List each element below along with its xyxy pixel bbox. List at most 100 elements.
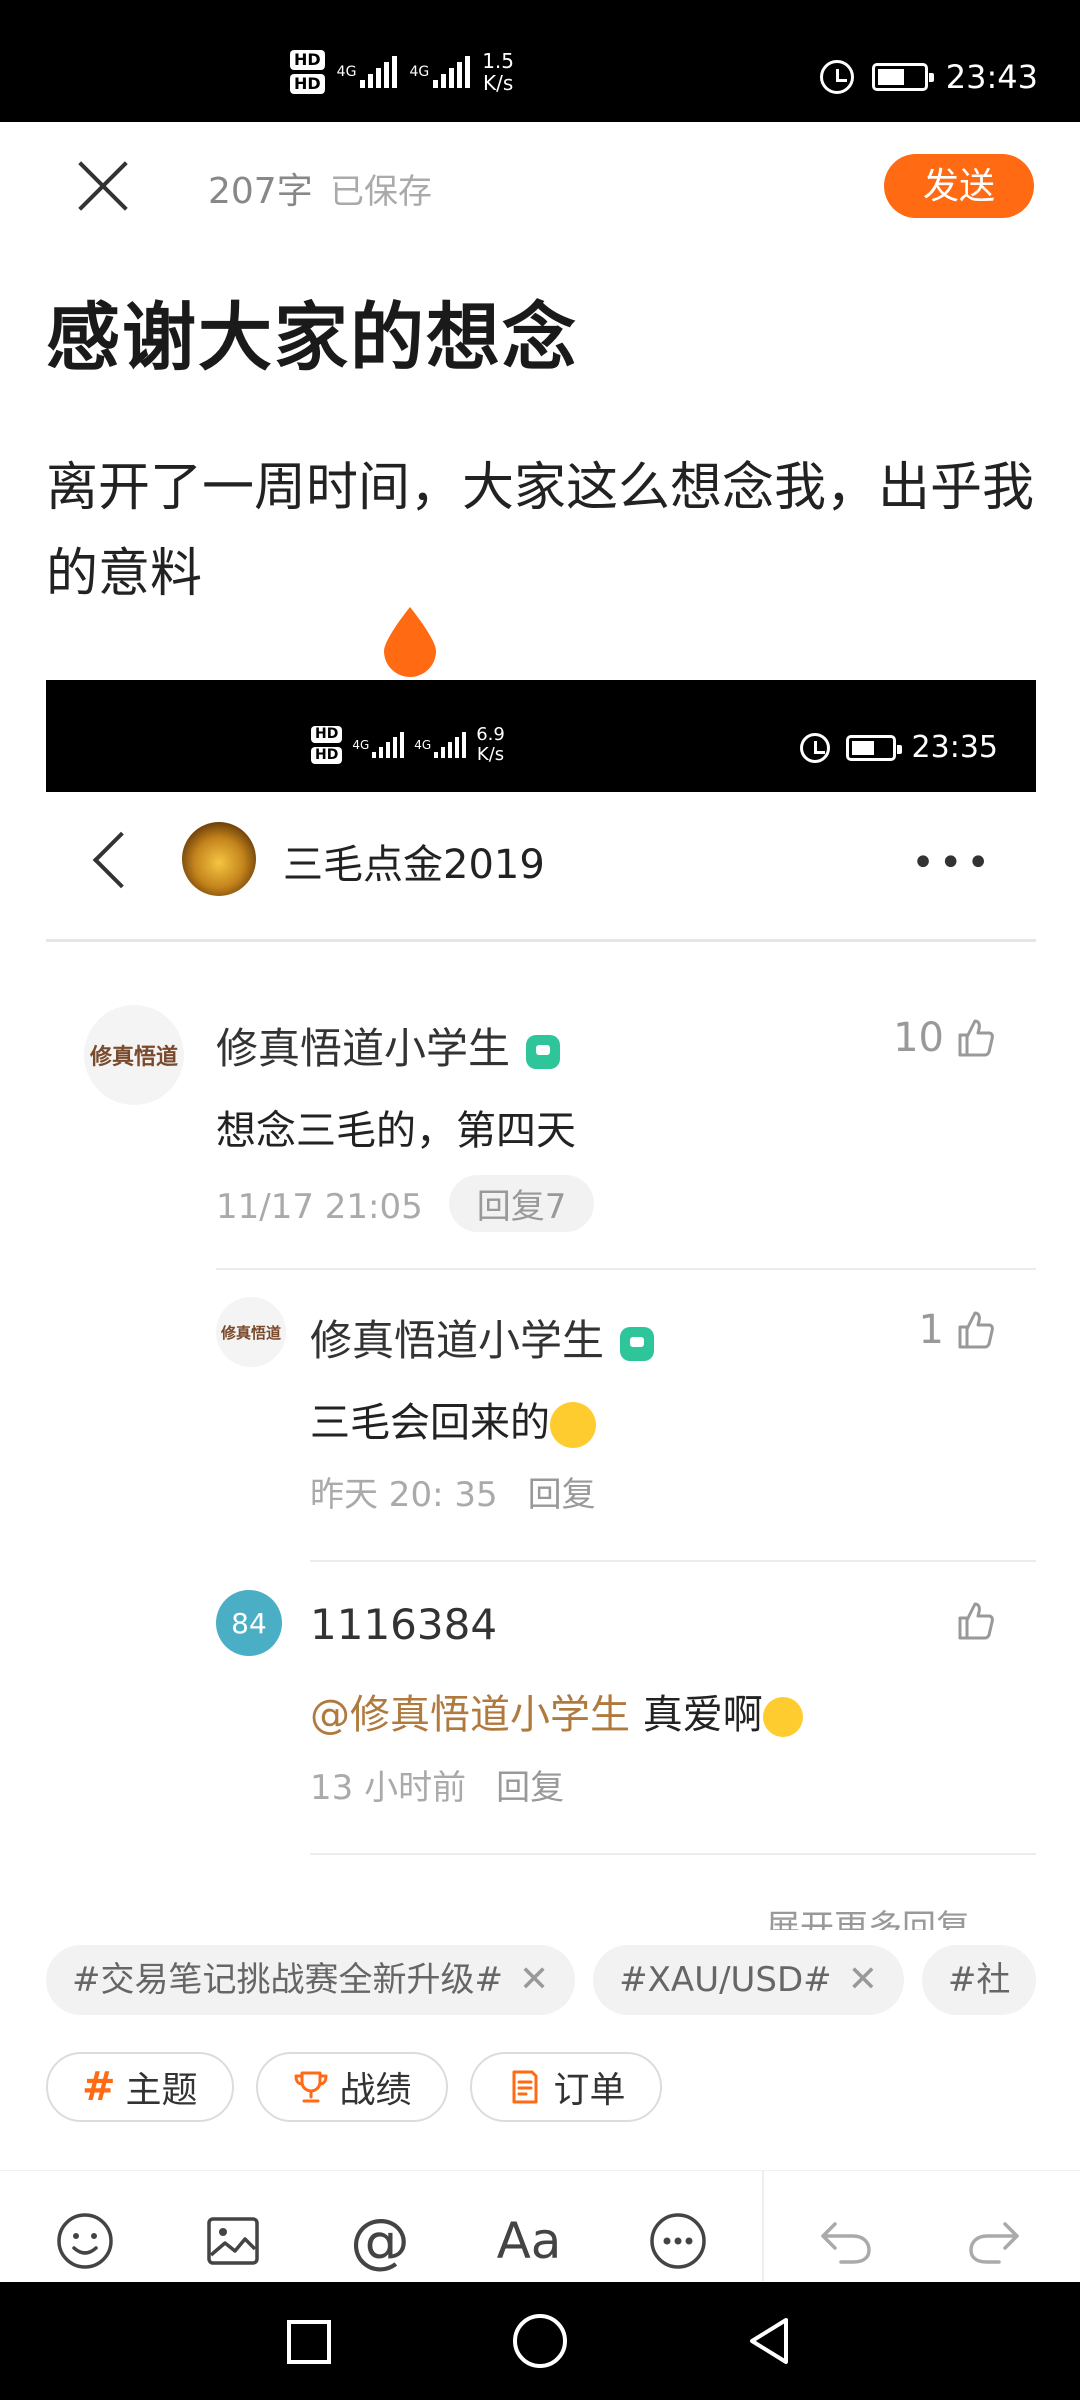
- verified-badge-icon: [526, 1034, 561, 1069]
- order-chip[interactable]: 订单: [469, 2052, 662, 2122]
- comment-text-content: 三毛会回来的: [310, 1400, 550, 1446]
- signal-1: 4G: [352, 732, 405, 758]
- comment-text: 三毛会回来的: [310, 1390, 596, 1448]
- remove-tag-icon[interactable]: ✕: [848, 1959, 878, 2000]
- avatar: 84: [216, 1590, 282, 1656]
- like-count: 1: [918, 1307, 944, 1353]
- comment-author: 修真悟道小学生: [310, 1307, 655, 1368]
- topic-chip[interactable]: # 主题: [46, 2052, 234, 2122]
- more-icon: •••: [911, 840, 994, 886]
- flushed-emoji-icon: [550, 1402, 596, 1448]
- back-icon: [92, 831, 150, 889]
- chip-label: 主题: [125, 2070, 198, 2111]
- hd-label-1: HD: [311, 726, 343, 743]
- network-indicators: HD HD 4G 4G 1.5 K/s: [290, 50, 514, 94]
- redo-icon[interactable]: [964, 2211, 1024, 2271]
- record-chip[interactable]: 战绩: [255, 2052, 448, 2122]
- post-body[interactable]: 离开了一周时间，大家这么想念我，出乎我的意料: [46, 445, 1036, 617]
- embedded-network-indicators: HD HD 4G 4G 6.9 K/s: [311, 725, 505, 765]
- like-count: 10: [893, 1015, 944, 1061]
- tag-chip[interactable]: #社: [921, 1945, 1036, 2015]
- remove-tag-icon[interactable]: ✕: [519, 1959, 549, 2000]
- tag-label: #社: [947, 1960, 1011, 2000]
- embedded-header: 三毛点金2019 •••: [46, 792, 1036, 942]
- signal-2: 4G: [414, 732, 467, 758]
- chip-label: 战绩: [339, 2070, 412, 2111]
- net-speed-unit: K/s: [482, 71, 514, 95]
- signal-icon: [360, 56, 398, 88]
- net-label-1: 4G: [336, 64, 357, 80]
- avatar: 修真悟道: [216, 1297, 286, 1367]
- clock: 23:43: [945, 58, 1038, 96]
- embedded-screenshot[interactable]: HD HD 4G 4G 6.9 K/s 23:35 三毛点金2019 ••• 修…: [46, 680, 1036, 1930]
- comment-time: 13 小时前: [310, 1768, 467, 1808]
- back-nav-icon[interactable]: [742, 2314, 796, 2368]
- more-icon[interactable]: [648, 2211, 708, 2271]
- text-cursor-handle-icon[interactable]: [380, 605, 440, 677]
- recents-icon[interactable]: [287, 2320, 331, 2364]
- comment-text-content: 真爱啊: [642, 1692, 763, 1738]
- at-icon[interactable]: @: [350, 2206, 410, 2276]
- alarm-icon: [819, 60, 854, 94]
- comment-time: 昨天 20: 35: [310, 1475, 498, 1515]
- system-nav-bar: [0, 2282, 1080, 2400]
- comment-author-name: 修真悟道小学生: [310, 1316, 605, 1365]
- embedded-status-right: 23:35: [799, 730, 998, 765]
- emoji-icon[interactable]: [55, 2211, 115, 2271]
- embedded-username: 三毛点金2019: [283, 842, 545, 888]
- post-title[interactable]: 感谢大家的想念: [46, 278, 578, 385]
- verified-badge-icon: [620, 1326, 655, 1361]
- word-count: 207字: [208, 171, 313, 212]
- reply-link: 回复: [527, 1475, 596, 1515]
- tag-label: #XAU/USD#: [619, 1960, 832, 2000]
- signal-icon: [434, 732, 467, 758]
- insert-chips: # 主题 战绩 订单: [46, 2052, 662, 2122]
- image-icon[interactable]: [203, 2211, 263, 2271]
- saved-status: 已保存: [330, 172, 432, 212]
- signal-2: 4G: [409, 56, 471, 88]
- comment-time: 11/17 21:05: [216, 1187, 423, 1227]
- hd-icon: HD HD: [290, 50, 325, 94]
- hd-label-2: HD: [290, 74, 325, 94]
- hash-icon: #: [82, 2064, 116, 2110]
- chip-label: 订单: [553, 2070, 626, 2111]
- signal-icon: [372, 732, 405, 758]
- thumbs-up-icon: [958, 1311, 994, 1349]
- divider: [310, 1853, 1036, 1855]
- font-icon[interactable]: Aa: [494, 2211, 564, 2271]
- comment-author: 修真悟道小学生: [216, 1015, 561, 1076]
- tag-label: #交易笔记挑战赛全新升级#: [72, 1960, 503, 2000]
- tag-chip[interactable]: #交易笔记挑战赛全新升级# ✕: [46, 1945, 576, 2015]
- signal-icon: [433, 56, 471, 88]
- trophy-icon: [294, 2071, 328, 2103]
- clock: 23:35: [911, 730, 998, 765]
- toolbar-divider: [762, 2171, 764, 2281]
- status-bar: HD HD 4G 4G 1.5 K/s 23:43: [0, 0, 1080, 122]
- net-label-1: 4G: [352, 738, 370, 752]
- avatar: [182, 822, 256, 896]
- comment-text: @修真悟道小学生 真爱啊: [310, 1682, 803, 1740]
- send-button[interactable]: 发送: [884, 154, 1034, 218]
- comment-text: 想念三毛的，第四天: [216, 1108, 576, 1154]
- signal-1: 4G: [337, 56, 398, 88]
- battery-icon: [871, 63, 934, 91]
- like-button: 10: [893, 1015, 996, 1061]
- comment-author-name: 修真悟道小学生: [216, 1024, 511, 1073]
- net-speed: 1.5 K/s: [482, 50, 514, 94]
- home-icon[interactable]: [513, 2314, 567, 2368]
- undo-icon[interactable]: [816, 2211, 876, 2271]
- thumbs-up-icon: [958, 1019, 994, 1057]
- comment-author: 1116384: [310, 1600, 498, 1649]
- reply-count-pill: 回复7: [448, 1175, 595, 1232]
- avatar: 修真悟道: [84, 1005, 184, 1105]
- order-icon: [512, 2070, 538, 2104]
- net-speed-value: 6.9: [476, 724, 505, 745]
- hd-icon: HD HD: [311, 726, 343, 764]
- embedded-status-bar: HD HD 4G 4G 6.9 K/s 23:35: [46, 680, 1036, 792]
- tag-chip[interactable]: #XAU/USD# ✕: [593, 1945, 904, 2015]
- topic-tags: #交易笔记挑战赛全新升级# ✕ #XAU/USD# ✕ #社: [46, 1945, 1036, 2015]
- close-icon[interactable]: [75, 157, 131, 213]
- expand-more-replies: 展开更多回复: [766, 1908, 970, 1930]
- net-label-2: 4G: [409, 64, 430, 80]
- editor-header: 207字 已保存 发送: [0, 122, 1080, 247]
